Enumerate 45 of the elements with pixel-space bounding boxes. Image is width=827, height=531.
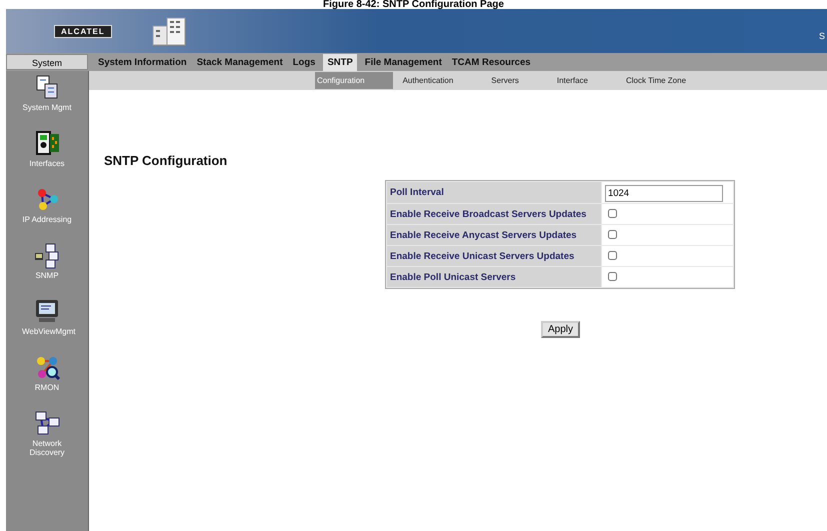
device-icon	[33, 129, 61, 157]
field-label: Enable Receive Broadcast Servers Updates	[387, 204, 601, 224]
field-label: Enable Receive Unicast Servers Updates	[387, 246, 601, 266]
sidebar-label: RMON	[34, 383, 60, 392]
sidebar-item[interactable]: SNMP	[7, 241, 87, 280]
field-label: Poll Interval	[387, 182, 601, 203]
sidebar-label: Interfaces	[28, 159, 66, 168]
tab[interactable]: Stack Management	[194, 54, 285, 70]
subtab[interactable]: Interface	[550, 72, 594, 89]
tab[interactable]: Logs	[290, 54, 318, 70]
banner-text: S	[818, 31, 825, 41]
subtab[interactable]: Authentication	[396, 72, 460, 89]
sidebar-item[interactable]: Network Discovery	[7, 409, 87, 457]
sidebar-item[interactable]: System Mgmt	[7, 73, 87, 112]
sidebar-label: System Mgmt	[22, 103, 72, 112]
tab[interactable]: File Management	[362, 54, 444, 70]
tab[interactable]: System Information	[96, 54, 189, 70]
monitor-icon	[33, 297, 61, 325]
poll-interval-field[interactable]: 1024	[604, 185, 723, 202]
network-icon	[33, 241, 61, 269]
network-icon	[33, 409, 61, 437]
checkbox[interactable]	[608, 272, 617, 281]
logo: ALCATEL	[54, 24, 112, 38]
subtab[interactable]: Clock Time Zone	[620, 72, 692, 89]
tab[interactable]: TCAM Resources	[450, 54, 533, 70]
subtab[interactable]: Servers	[485, 72, 525, 89]
field-label: Enable Receive Anycast Servers Updates	[387, 225, 601, 245]
field-label: Enable Poll Unicast Servers	[387, 267, 601, 287]
sidebar-header[interactable]: System	[6, 54, 88, 70]
apply-button[interactable]: Apply	[541, 321, 580, 338]
checkbox[interactable]	[608, 209, 617, 218]
building-icon	[152, 16, 186, 46]
sidebar-item[interactable]: IP Addressing	[7, 185, 87, 224]
sidebar-item[interactable]: RMON	[7, 353, 87, 392]
sidebar-label: IP Addressing	[22, 215, 72, 224]
page-title: SNTP Configuration	[104, 153, 228, 168]
checkbox[interactable]	[608, 230, 617, 239]
sidebar-item[interactable]: WebViewMgmt	[7, 297, 87, 336]
subtab[interactable]: Configuration	[315, 72, 393, 89]
sidebar-label: Network Discovery	[28, 439, 66, 457]
tab[interactable]: SNTP	[323, 54, 357, 70]
sidebar-item[interactable]: Interfaces	[7, 129, 87, 168]
sidebar-label: SNMP	[34, 271, 60, 280]
figure-caption: Figure 8-42: SNTP Configuration Page	[322, 0, 505, 9]
checkbox[interactable]	[608, 251, 617, 260]
